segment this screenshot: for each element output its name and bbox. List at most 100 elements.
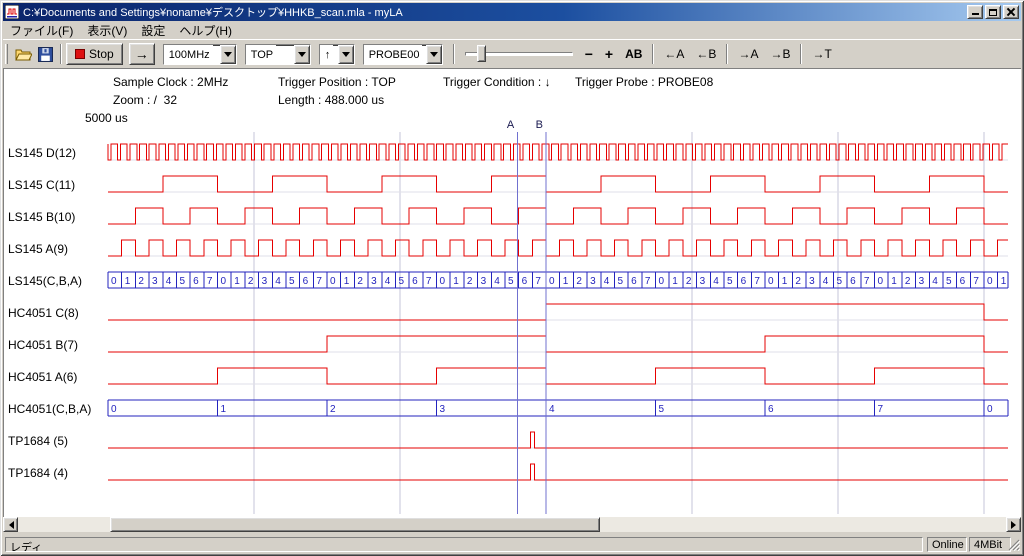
menu-view[interactable]: 表示(V) — [80, 20, 134, 41]
bus-cell-value: 1 — [344, 276, 350, 287]
bus-cell-value: 6 — [768, 404, 774, 415]
save-icon — [38, 47, 53, 62]
toolbar: Stop → 100MHz TOP ↑ PROBE00 − + AB ←A — [3, 39, 1021, 68]
zoom-slider[interactable] — [465, 44, 573, 64]
goto-trigger-button[interactable]: →T — [806, 45, 837, 63]
resize-grip[interactable] — [1007, 538, 1020, 551]
save-file-button[interactable] — [34, 43, 56, 65]
bus-cell-value: 5 — [179, 276, 185, 287]
minimize-button[interactable] — [967, 5, 983, 19]
toolbar-separator — [60, 44, 62, 64]
menu-file[interactable]: ファイル(F) — [3, 20, 80, 41]
bus-cell-value: 2 — [686, 276, 692, 287]
bus-cell-value: 1 — [672, 276, 678, 287]
bus-cell-value: 7 — [754, 276, 760, 287]
bus-cell-value: 3 — [700, 276, 706, 287]
status-message: レディ — [5, 537, 923, 552]
bus-cell-value: 0 — [878, 276, 884, 287]
title-bar[interactable]: C:¥Documents and Settings¥noname¥デスクトップ¥… — [3, 3, 1021, 21]
bus-cell-value: 1 — [782, 276, 788, 287]
channel-label: HC4051 B(7) — [8, 338, 78, 352]
length-info: Length : 488.000 us — [278, 93, 384, 107]
sample-clock-dropdown-button[interactable] — [220, 45, 236, 64]
scroll-right-button[interactable] — [1006, 517, 1021, 532]
chevron-down-icon — [298, 52, 306, 61]
close-button[interactable] — [1003, 5, 1019, 19]
probe-select[interactable]: PROBE00 — [363, 44, 443, 65]
channel-label: HC4051 A(6) — [8, 370, 77, 384]
app-icon — [5, 5, 19, 19]
trigger-position-value: TOP — [246, 45, 276, 64]
zoom-in-button[interactable]: + — [599, 46, 619, 62]
zoom-slider-thumb[interactable] — [477, 45, 486, 62]
cursor-label-a: A — [507, 119, 515, 131]
bus-cell-value: 1 — [891, 276, 897, 287]
close-icon — [1007, 8, 1015, 16]
bus-cell-value: 7 — [878, 404, 884, 415]
trigger-position-select[interactable]: TOP — [245, 44, 311, 65]
bus-cell-value: 3 — [481, 276, 487, 287]
bus-cell-value: 1 — [234, 276, 240, 287]
trigger-position-dropdown-button[interactable] — [294, 45, 310, 64]
zoom-out-button[interactable]: − — [579, 46, 599, 62]
waveform-trace — [108, 240, 1008, 256]
bus-cell-value: 7 — [316, 276, 322, 287]
sample-clock-select[interactable]: 100MHz — [163, 44, 237, 65]
stop-button[interactable]: Stop — [66, 43, 123, 65]
status-bar: レディ Online 4MBit — [3, 535, 1021, 553]
bus-cell-value: 0 — [987, 276, 993, 287]
bus-cell-value: 3 — [152, 276, 158, 287]
bus-cell-value: 2 — [330, 404, 336, 415]
bus-cell-value: 7 — [535, 276, 541, 287]
bus-cell-value: 6 — [631, 276, 637, 287]
trigger-condition-info: Trigger Condition : ↓ — [443, 75, 551, 89]
trigger-edge-dropdown-button[interactable] — [338, 45, 354, 64]
bus-cell-value: 2 — [905, 276, 911, 287]
arrow-left-icon — [5, 521, 14, 529]
run-button[interactable]: → — [129, 43, 155, 65]
status-memory-badge: 4MBit — [969, 537, 1011, 552]
waveform-area[interactable]: LS145 D(12)LS145 C(11)LS145 B(10)LS145 A… — [0, 116, 1010, 516]
waveform-trace — [108, 368, 1008, 384]
channel-label: TP1684 (4) — [8, 466, 68, 480]
waveform-trace — [108, 208, 1008, 224]
scroll-left-button[interactable] — [3, 517, 18, 532]
goto-cursor-a-right-button[interactable]: →A — [732, 45, 764, 63]
bus-cell-value: 4 — [385, 276, 391, 287]
goto-cursor-b-right-button[interactable]: →B — [764, 45, 796, 63]
waveform-trace — [108, 144, 1008, 160]
goto-cursor-a-left-button[interactable]: ←A — [658, 45, 690, 63]
trigger-edge-select[interactable]: ↑ — [319, 44, 355, 65]
bus-cell-value: 1 — [221, 404, 227, 415]
menu-help[interactable]: ヘルプ(H) — [172, 20, 239, 41]
menu-bar: ファイル(F) 表示(V) 設定 ヘルプ(H) — [3, 21, 1021, 39]
goto-cursor-b-left-button[interactable]: ←B — [690, 45, 722, 63]
bus-cell-value: 6 — [850, 276, 856, 287]
bus-cell-value: 6 — [412, 276, 418, 287]
open-file-button[interactable] — [12, 43, 34, 65]
toolbar-separator — [453, 44, 455, 64]
bus-cell-value: 7 — [973, 276, 979, 287]
bus-cell-value: 4 — [604, 276, 610, 287]
bus-cell-value: 6 — [303, 276, 309, 287]
bus-cell-value: 4 — [166, 276, 172, 287]
probe-value: PROBE00 — [364, 45, 423, 64]
ab-cursor-button[interactable]: AB — [619, 45, 648, 63]
horizontal-scrollbar[interactable] — [3, 517, 1021, 532]
window-title: C:¥Documents and Settings¥noname¥デスクトップ¥… — [23, 4, 965, 20]
cursor-label-b: B — [536, 119, 543, 131]
bus-cell-value: 5 — [727, 276, 733, 287]
maximize-button[interactable] — [985, 5, 1001, 19]
channel-label: HC4051 C(8) — [8, 306, 79, 320]
menu-settings[interactable]: 設定 — [134, 20, 172, 41]
toolbar-gripper[interactable] — [5, 44, 8, 64]
bus-cell-value: 3 — [919, 276, 925, 287]
bus-cell-value: 6 — [522, 276, 528, 287]
scrollbar-thumb[interactable] — [110, 517, 600, 532]
bus-cell-value: 3 — [371, 276, 377, 287]
bus-cell-value: 7 — [864, 276, 870, 287]
probe-dropdown-button[interactable] — [426, 45, 442, 64]
channel-label: LS145(C,B,A) — [8, 274, 82, 288]
open-folder-icon — [15, 47, 32, 61]
bus-cell-value: 3 — [590, 276, 596, 287]
